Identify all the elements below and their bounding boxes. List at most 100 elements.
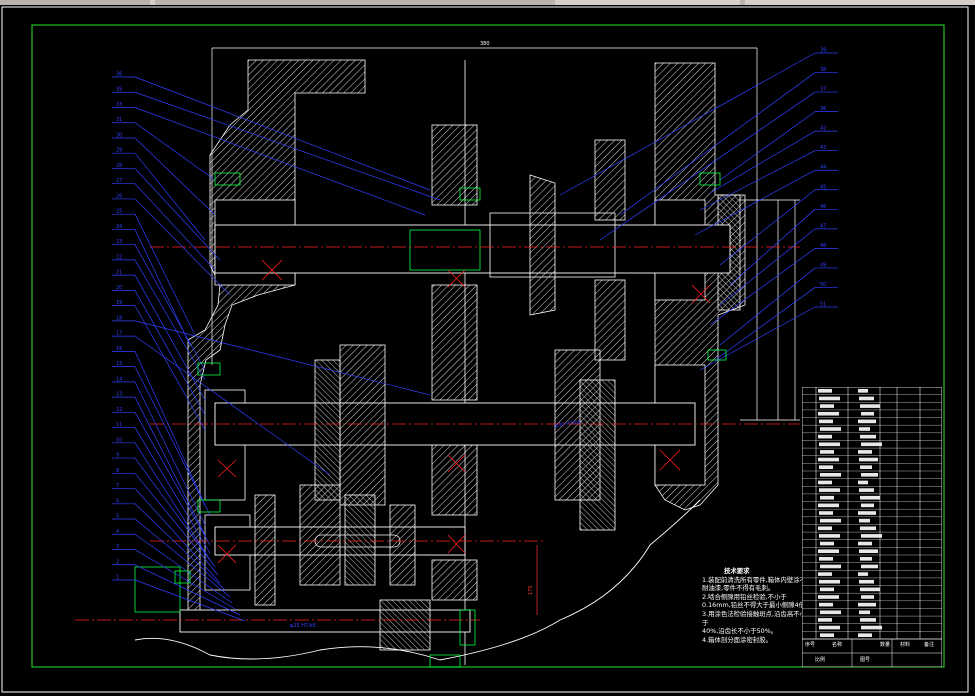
part-balloon-label: 14	[116, 376, 122, 382]
note-line: 4.箱体剖分面涂密封胶。	[702, 635, 773, 644]
part-balloon-label: 17	[116, 331, 122, 337]
table-cell-text	[861, 595, 874, 599]
table-cell-text	[819, 465, 833, 469]
leader-line	[134, 183, 216, 271]
table-cell-text	[861, 411, 874, 416]
table-cell-text	[861, 534, 882, 538]
table-cell-text	[818, 411, 839, 416]
note-line: 40%,沿齿长不小于50%。	[702, 627, 778, 636]
table-footer-drawing-no: 图号	[860, 657, 871, 663]
part-balloon-label: 5	[116, 514, 119, 520]
table-footer-scale: 比例	[815, 657, 826, 663]
table-cell-text	[859, 457, 878, 462]
housing-center-wall	[431, 60, 478, 665]
table-cell-text	[820, 518, 841, 523]
part-balloon-label: 36	[116, 72, 122, 78]
note-line: 1.装配前清洗所有零件,箱体内壁涂不	[702, 575, 806, 584]
table-cell-text	[820, 610, 841, 615]
table-cell-text	[818, 549, 839, 553]
dimension-text: 380	[480, 41, 490, 47]
leader-line	[134, 137, 216, 216]
table-cell-text	[860, 434, 876, 439]
part-balloon-label: 39	[820, 48, 826, 54]
leader-line	[134, 259, 206, 381]
part-balloon-label: 7	[116, 483, 119, 489]
table-cell-text	[819, 442, 840, 447]
table-header-remark: 备注	[924, 642, 935, 648]
table-cell-text	[858, 450, 872, 454]
table-cell-text	[818, 480, 832, 485]
part-balloon-label: 27	[116, 178, 122, 184]
part-balloon-label: 45	[820, 184, 826, 190]
part-balloon-label: 12	[116, 407, 122, 413]
part-balloon-label: 9	[116, 453, 119, 459]
table-cell-text	[859, 610, 870, 615]
part-balloon-label: 35	[116, 87, 122, 93]
part-balloon-label: 50	[820, 282, 826, 288]
table-cell-text	[819, 511, 833, 515]
table-cell-text	[818, 457, 839, 462]
table-cell-text	[861, 625, 882, 630]
table-cell-text	[859, 579, 874, 584]
part-balloon-label: 30	[116, 132, 122, 138]
part-balloon-label: 15	[116, 361, 122, 367]
part-balloon-label: 4	[116, 529, 119, 535]
table-cell-text	[820, 495, 834, 500]
part-balloon-label: 49	[820, 262, 826, 268]
leader-line	[134, 122, 216, 181]
note-line: 耐油漆,零件不得有毛刺。	[702, 584, 775, 593]
table-cell-text	[818, 595, 839, 599]
part-balloon-label: 2	[116, 559, 119, 565]
table-cell-text	[860, 587, 880, 592]
part-balloon-label: 3	[116, 544, 119, 550]
leader-line	[134, 244, 206, 371]
part-balloon-label: 42	[820, 126, 826, 132]
table-cell-text	[858, 633, 872, 637]
table-header-material: 材料	[900, 642, 911, 648]
table-cell-text	[818, 618, 832, 622]
table-cell-text	[858, 541, 872, 546]
part-balloon-label: 51	[820, 302, 826, 308]
part-balloon-label: 31	[116, 117, 122, 123]
table-cell-text	[819, 625, 840, 630]
table-header-no: 序号	[805, 642, 816, 648]
part-balloon-label: 29	[116, 148, 122, 154]
table-cell-text	[820, 541, 834, 546]
table-cell-text	[860, 618, 876, 622]
table-cell-text	[818, 503, 839, 508]
part-balloon-label: 44	[820, 165, 826, 171]
table-cell-text	[860, 495, 880, 500]
table-cell-text	[819, 534, 840, 538]
part-balloon-label: 16	[116, 346, 122, 352]
part-balloon-label: 33	[116, 102, 122, 108]
table-cell-text	[818, 389, 832, 393]
part-balloon-label: 37	[820, 87, 826, 93]
table-cell-text	[859, 396, 874, 401]
table-cell-text	[858, 511, 876, 515]
leader-line	[134, 457, 216, 568]
table-cell-text	[820, 450, 834, 454]
leader-line	[134, 168, 221, 261]
part-balloon-label: 10	[116, 437, 122, 443]
part-balloon-label: 46	[820, 204, 826, 210]
table-cell-text	[861, 564, 878, 569]
leader-line	[134, 152, 206, 241]
part-balloon-label: 8	[116, 468, 119, 474]
table-cell-text	[859, 488, 874, 492]
table-cell-text	[819, 557, 833, 561]
table-cell-text	[858, 480, 868, 485]
table-cell-text	[818, 572, 832, 576]
table-cell-text	[818, 526, 832, 531]
part-balloon-label: 22	[116, 254, 122, 260]
part-balloon-label: 24	[116, 224, 122, 230]
part-balloon-label: 23	[116, 239, 122, 245]
table-cell-text	[819, 602, 833, 607]
part-balloon-label: 6	[116, 498, 119, 504]
table-cell-text	[859, 427, 870, 431]
dimension-bottom: 175	[528, 545, 538, 615]
table-cell-text	[859, 518, 870, 523]
leader-line	[719, 111, 816, 181]
leader-line	[134, 214, 196, 336]
table-cell-text	[860, 404, 880, 408]
part-balloon-label: 1	[116, 575, 119, 581]
